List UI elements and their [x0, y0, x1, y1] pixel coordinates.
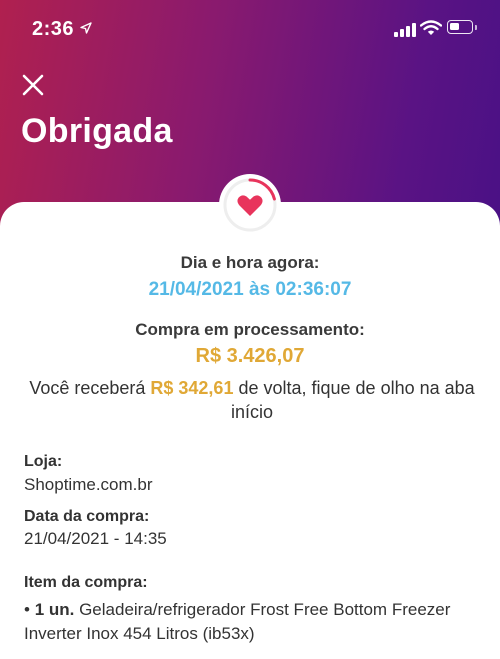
- status-bar: 2:36: [0, 0, 500, 60]
- heart-icon: [237, 195, 263, 216]
- item-description: Geladeira/refrigerador Frost Free Bottom…: [24, 600, 451, 643]
- purchase-date-label: Data da compra:: [24, 508, 150, 525]
- datetime-label: Dia e hora agora:: [180, 253, 320, 272]
- purchase-status-label: Compra em processamento:: [135, 320, 365, 339]
- close-icon: [22, 74, 44, 96]
- cashback-message: Você receberá R$ 342,61 de volta, fique …: [24, 376, 480, 424]
- battery-tip: [475, 25, 477, 30]
- datetime-value: 21/04/2021 às 02:36:07: [148, 279, 352, 300]
- heart-badge: [219, 174, 281, 236]
- cashback-suffix: de volta, fique de olho na aba início: [230, 378, 475, 422]
- purchase-item-label: Item da compra:: [24, 574, 148, 591]
- wifi-icon: [419, 20, 443, 41]
- ring-progress: [248, 178, 276, 201]
- purchase-item: • 1 un. Geladeira/refrigerador Frost Fre…: [24, 598, 484, 646]
- cashback-prefix: Você receberá: [29, 378, 151, 398]
- purchase-date-value: 21/04/2021 - 14:35: [24, 529, 167, 548]
- battery-icon: [447, 20, 473, 34]
- purchase-amount: R$ 3.426,07: [195, 345, 305, 367]
- status-time: 2:36: [32, 18, 75, 40]
- store-label: Loja:: [24, 453, 63, 470]
- cellular-signal-icon: [394, 23, 416, 37]
- cashback-amount: R$ 342,61: [150, 378, 234, 398]
- store-value: Shoptime.com.br: [24, 475, 153, 494]
- location-arrow-icon: [80, 21, 92, 39]
- page-title: Obrigada: [21, 112, 173, 150]
- close-button[interactable]: [20, 72, 46, 98]
- purchase-confirmation-screen: 2:36 Obrigada Dia e hora agora: 21/04/20…: [0, 0, 500, 659]
- item-bullet: •: [24, 600, 35, 619]
- item-quantity: 1 un.: [34, 600, 75, 619]
